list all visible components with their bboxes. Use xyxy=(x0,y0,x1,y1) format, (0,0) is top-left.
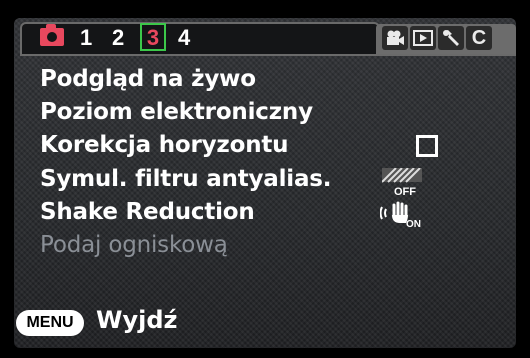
tab-3[interactable]: 3 xyxy=(140,23,166,51)
tab-1[interactable]: 1 xyxy=(80,26,92,50)
tab-underline xyxy=(22,54,516,56)
wrench-icon[interactable] xyxy=(438,26,464,50)
menu-item-aa-filter-simulator[interactable]: Symul. filtru antyalias. xyxy=(40,166,332,196)
shake-reduction-value: ON xyxy=(406,219,421,229)
tab-4[interactable]: 4 xyxy=(178,26,190,50)
horizon-correction-checkbox[interactable] xyxy=(416,135,438,157)
aa-filter-value: OFF xyxy=(394,186,416,196)
custom-c-icon[interactable]: C xyxy=(466,26,492,50)
playback-icon[interactable] xyxy=(410,26,436,50)
camera-menu-screen: 1 2 3 4 C Podgląd na żywo Poziom elektro… xyxy=(14,18,516,348)
menu-item-focal-length: Podaj ogniskową xyxy=(40,232,228,258)
tab-bar: 1 2 3 4 C xyxy=(14,18,516,56)
menu-item-shake-reduction[interactable]: Shake Reduction xyxy=(40,199,255,229)
shake-reduction-on-icon: ON xyxy=(379,201,424,230)
menu-button[interactable]: MENU xyxy=(16,310,84,336)
tab-2[interactable]: 2 xyxy=(112,26,124,50)
camera-icon[interactable] xyxy=(40,24,64,46)
exit-label: Wyjdź xyxy=(96,306,178,334)
video-camera-icon[interactable] xyxy=(382,26,408,50)
menu-item-electronic-level[interactable]: Poziom elektroniczny xyxy=(40,99,313,129)
menu-item-horizon-correction[interactable]: Korekcja horyzontu xyxy=(40,132,289,162)
shooting-tab-group xyxy=(20,22,380,56)
aa-filter-off-icon: OFF xyxy=(381,167,422,198)
menu-item-live-view[interactable]: Podgląd na żywo xyxy=(40,66,256,96)
